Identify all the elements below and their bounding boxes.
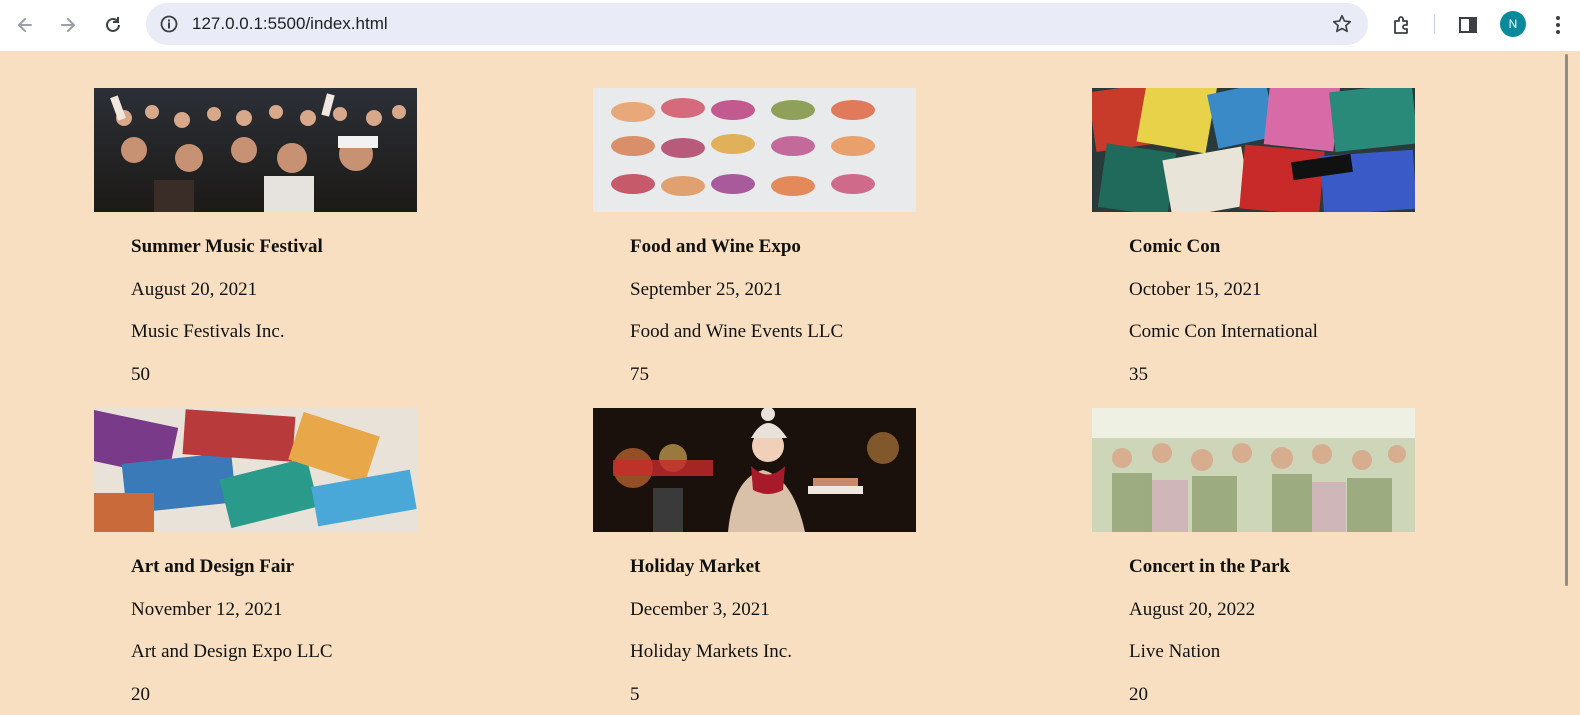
event-image: [1092, 88, 1415, 212]
event-title: Food and Wine Expo: [630, 236, 801, 257]
event-organizer: Art and Design Expo LLC: [131, 641, 333, 662]
arrow-left-icon: [17, 18, 32, 32]
event-count: 35: [1129, 364, 1148, 385]
event-count: 5: [630, 684, 640, 705]
scrollbar-thumb[interactable]: [1565, 54, 1568, 586]
side-panel-icon[interactable]: [1454, 11, 1482, 39]
event-title: Art and Design Fair: [131, 556, 295, 577]
kebab-menu-icon[interactable]: [1544, 11, 1572, 39]
extensions-puzzle-icon[interactable]: [1388, 11, 1416, 39]
page-content: Summer Music Festival August 20, 2021 Mu…: [0, 52, 1565, 715]
event-organizer: Holiday Markets Inc.: [630, 641, 792, 662]
event-date: August 20, 2021: [131, 279, 258, 300]
event-organizer: Live Nation: [1129, 641, 1221, 662]
event-image: [593, 408, 916, 532]
browser-toolbar: 127.0.0.1:5500/index.html N: [0, 0, 1580, 52]
event-count: 20: [1129, 684, 1148, 705]
event-image: [94, 88, 417, 212]
event-organizer: Music Festivals Inc.: [131, 321, 285, 342]
event-title: Holiday Market: [630, 556, 761, 577]
site-info-icon[interactable]: [158, 13, 180, 35]
event-organizer: Comic Con International: [1129, 321, 1318, 342]
event-date: September 25, 2021: [630, 279, 783, 300]
event-date: August 20, 2022: [1129, 599, 1256, 620]
event-date: October 15, 2021: [1129, 279, 1262, 300]
event-title: Summer Music Festival: [131, 236, 323, 257]
reload-button[interactable]: [98, 10, 128, 40]
url-text[interactable]: 127.0.0.1:5500/index.html: [192, 14, 388, 34]
forward-button[interactable]: [53, 10, 83, 40]
reload-icon: [106, 17, 120, 32]
event-organizer: Food and Wine Events LLC: [630, 321, 844, 342]
address-bar[interactable]: 127.0.0.1:5500/index.html: [146, 3, 1368, 45]
event-date: November 12, 2021: [131, 599, 283, 620]
event-image: [94, 408, 417, 532]
event-count: 75: [630, 364, 649, 385]
arrow-right-icon: [61, 18, 76, 32]
back-button[interactable]: [10, 10, 40, 40]
event-count: 20: [131, 684, 150, 705]
event-title: Concert in the Park: [1129, 556, 1290, 577]
event-count: 50: [131, 364, 150, 385]
event-image: [593, 88, 916, 212]
event-title: Comic Con: [1129, 236, 1221, 257]
toolbar-divider: [1434, 14, 1435, 34]
event-date: December 3, 2021: [630, 599, 770, 620]
bookmark-star-icon[interactable]: [1330, 12, 1354, 36]
profile-avatar[interactable]: N: [1500, 11, 1526, 37]
event-image: [1092, 408, 1415, 532]
